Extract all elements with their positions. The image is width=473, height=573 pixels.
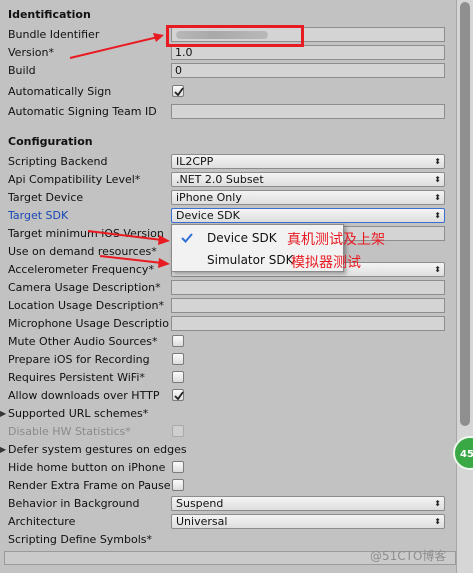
auto-sign-label: Automatically Sign (8, 85, 112, 98)
prepare-ios-checkbox[interactable] (172, 353, 184, 365)
architecture-label: Architecture (8, 515, 76, 528)
section-header-configuration: Configuration (8, 135, 93, 148)
row-build: Build 0 (0, 62, 456, 80)
allow-http-label: Allow downloads over HTTP (8, 389, 160, 402)
row-background: Behavior in Background Suspend ⬍ (0, 495, 456, 513)
updown-chevron-icon: ⬍ (434, 265, 441, 274)
row-api-compat: Api Compatibility Level* .NET 2.0 Subset… (0, 171, 456, 189)
camera-desc-label: Camera Usage Description* (8, 281, 161, 294)
camera-desc-field[interactable] (171, 280, 445, 295)
row-scripting-backend: Scripting Backend IL2CPP ⬍ (0, 153, 456, 171)
row-allow-http: Allow downloads over HTTP (0, 387, 456, 405)
row-persistent-wifi: Requires Persistent WiFi* (0, 369, 456, 387)
fold-triangle-icon[interactable]: ▶ (0, 407, 6, 421)
row-url-schemes[interactable]: ▶ Supported URL schemes* (0, 405, 456, 423)
location-desc-label: Location Usage Description* (8, 299, 164, 312)
persistent-wifi-label: Requires Persistent WiFi* (8, 371, 145, 384)
api-compat-dropdown[interactable]: .NET 2.0 Subset ⬍ (171, 172, 445, 187)
popup-option-label: Device SDK (207, 231, 277, 245)
row-mic-desc: Microphone Usage Description* (0, 315, 456, 333)
accelerometer-label: Accelerometer Frequency* (8, 263, 154, 276)
background-value: Suspend (176, 497, 224, 510)
api-compat-label: Api Compatibility Level* (8, 173, 141, 186)
checkmark-icon (174, 391, 184, 401)
architecture-value: Universal (176, 515, 228, 528)
updown-chevron-icon: ⬍ (434, 157, 441, 166)
row-extra-frame: Render Extra Frame on Pause (0, 477, 456, 495)
fold-triangle-icon[interactable]: ▶ (0, 443, 6, 457)
target-device-label: Target Device (8, 191, 84, 204)
auto-sign-checkbox[interactable] (172, 85, 184, 97)
popup-option-label: Simulator SDK (207, 253, 294, 267)
row-target-sdk: Target SDK Device SDK ⬍ (0, 207, 456, 225)
player-settings-panel: Identification Bundle Identifier Version… (0, 0, 456, 573)
updown-chevron-icon: ⬍ (434, 499, 441, 508)
scripting-backend-dropdown[interactable]: IL2CPP ⬍ (171, 154, 445, 169)
bundle-identifier-label: Bundle Identifier (8, 28, 100, 41)
target-sdk-dropdown[interactable]: Device SDK ⬍ (171, 208, 445, 223)
row-location-desc: Location Usage Description* (0, 297, 456, 315)
target-device-dropdown[interactable]: iPhone Only ⬍ (171, 190, 445, 205)
on-demand-label: Use on demand resources* (8, 245, 157, 258)
target-min-ios-label: Target minimum iOS Version (8, 227, 164, 240)
row-team-id: Automatic Signing Team ID (0, 103, 456, 121)
background-dropdown[interactable]: Suspend ⬍ (171, 496, 445, 511)
row-mute-audio: Mute Other Audio Sources* (0, 333, 456, 351)
annotation-device-note: 真机测试及上架 (287, 232, 385, 248)
annotation-highlight-box (166, 25, 304, 47)
scrollbar-thumb[interactable] (460, 2, 470, 426)
vertical-scrollbar[interactable] (456, 0, 473, 573)
row-auto-sign: Automatically Sign (0, 83, 456, 101)
mic-desc-label: Microphone Usage Description* (8, 317, 170, 330)
annotation-simulator-note: 模拟器测试 (291, 255, 361, 271)
architecture-dropdown[interactable]: Universal ⬍ (171, 514, 445, 529)
allow-http-checkbox[interactable] (172, 389, 184, 401)
version-field[interactable]: 1.0 (171, 45, 445, 60)
row-target-device: Target Device iPhone Only ⬍ (0, 189, 456, 207)
team-id-field[interactable] (171, 104, 445, 119)
row-camera-desc: Camera Usage Description* (0, 279, 456, 297)
row-hide-home: Hide home button on iPhone (0, 459, 456, 477)
url-schemes-label: Supported URL schemes* (8, 407, 149, 420)
version-label: Version* (8, 46, 54, 59)
updown-chevron-icon: ⬍ (434, 175, 441, 184)
target-sdk-value: Device SDK (176, 209, 240, 222)
defer-gestures-label: Defer system gestures on edges (8, 443, 187, 456)
extra-frame-label: Render Extra Frame on Pause (8, 479, 170, 492)
hide-home-checkbox[interactable] (172, 461, 184, 473)
mute-audio-label: Mute Other Audio Sources* (8, 335, 158, 348)
target-sdk-label: Target SDK (8, 209, 69, 222)
section-header-identification: Identification (8, 8, 91, 21)
persistent-wifi-checkbox[interactable] (172, 371, 184, 383)
updown-chevron-icon: ⬍ (434, 517, 441, 526)
row-hw-stats: Disable HW Statistics* (0, 423, 456, 441)
location-desc-field[interactable] (171, 298, 445, 313)
hw-stats-label: Disable HW Statistics* (8, 425, 131, 438)
hide-home-label: Hide home button on iPhone (8, 461, 166, 474)
team-id-label: Automatic Signing Team ID (8, 105, 157, 118)
row-architecture: Architecture Universal ⬍ (0, 513, 456, 531)
updown-chevron-icon: ⬍ (434, 211, 441, 220)
target-device-value: iPhone Only (176, 191, 242, 204)
updown-chevron-icon: ⬍ (434, 193, 441, 202)
api-compat-value: .NET 2.0 Subset (176, 173, 264, 186)
build-field[interactable]: 0 (171, 63, 445, 78)
mic-desc-field[interactable] (171, 316, 445, 331)
extra-frame-checkbox[interactable] (172, 479, 184, 491)
define-symbols-label: Scripting Define Symbols* (8, 533, 153, 546)
scripting-backend-value: IL2CPP (176, 155, 214, 168)
build-label: Build (8, 64, 36, 77)
mute-audio-checkbox[interactable] (172, 335, 184, 347)
prepare-ios-label: Prepare iOS for Recording (8, 353, 150, 366)
checkmark-icon (174, 87, 184, 97)
checkmark-icon (181, 233, 193, 243)
row-prepare-ios: Prepare iOS for Recording (0, 351, 456, 369)
scripting-backend-label: Scripting Backend (8, 155, 108, 168)
hw-stats-checkbox (172, 425, 184, 437)
watermark: @51CTO博客 (370, 549, 447, 563)
row-defer-gestures[interactable]: ▶ Defer system gestures on edges (0, 441, 456, 459)
background-label: Behavior in Background (8, 497, 140, 510)
